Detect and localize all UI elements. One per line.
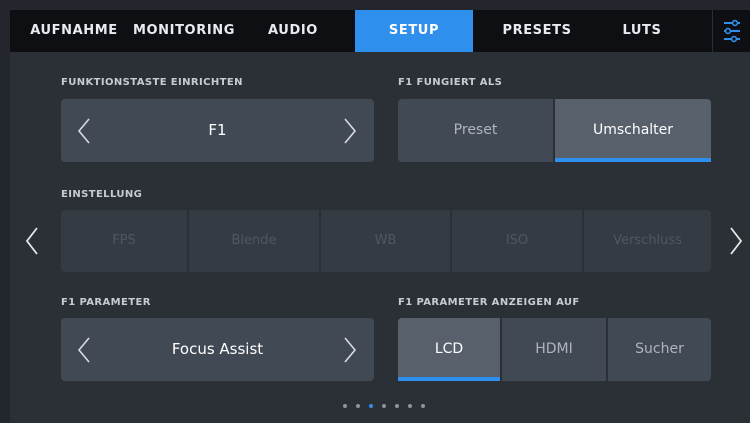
display-lcd-button[interactable]: LCD	[398, 318, 500, 381]
f1-mode-umschalter-label: Umschalter	[592, 122, 674, 138]
page-dot[interactable]	[356, 404, 360, 408]
settings-menu-button[interactable]	[712, 10, 750, 52]
display-sucher-button[interactable]: Sucher	[608, 318, 711, 381]
chevron-right-icon[interactable]	[342, 336, 358, 364]
previous-page-icon[interactable]	[24, 226, 40, 256]
page-dot[interactable]	[343, 404, 347, 408]
function-key-label: FUNKTIONSTASTE EINRICHTEN	[61, 77, 243, 88]
f1-mode-label: F1 FUNGIERT ALS	[398, 77, 503, 88]
page-dot[interactable]	[408, 404, 412, 408]
function-key-value: F1	[208, 121, 227, 139]
setting-wb-button[interactable]: WB	[321, 210, 450, 272]
setting-fps-button[interactable]: FPS	[61, 210, 187, 272]
display-lcd-label: LCD	[434, 341, 464, 357]
page-dot[interactable]	[395, 404, 399, 408]
f1-parameter-selector: Focus Assist	[61, 318, 374, 381]
page-dot-current[interactable]	[369, 404, 373, 408]
function-key-selector: F1	[61, 99, 374, 162]
page-dot[interactable]	[421, 404, 425, 408]
next-page-icon[interactable]	[728, 226, 744, 256]
setting-blende-button[interactable]: Blende	[189, 210, 319, 272]
selected-indicator	[555, 158, 711, 162]
display-hdmi-button[interactable]: HDMI	[502, 318, 606, 381]
f1-mode-preset-button[interactable]: Preset	[398, 99, 553, 162]
selected-indicator	[398, 377, 500, 381]
f1-display-label: F1 PARAMETER ANZEIGEN AUF	[398, 297, 580, 308]
tab-luts[interactable]: LUTS	[610, 10, 674, 52]
f1-mode-umschalter-button[interactable]: Umschalter	[555, 99, 711, 162]
setting-iso-button[interactable]: ISO	[452, 210, 582, 272]
f1-parameter-value: Focus Assist	[171, 340, 264, 358]
tab-audio[interactable]: AUDIO	[258, 10, 328, 52]
chevron-right-icon[interactable]	[342, 117, 358, 145]
setting-verschluss-button[interactable]: Verschluss	[584, 210, 711, 272]
tab-monitoring[interactable]: MONITORING	[128, 10, 240, 52]
setup-panel: FUNKTIONSTASTE EINRICHTEN F1 F1 FUNGIERT…	[10, 52, 750, 423]
sliders-icon	[724, 19, 740, 43]
top-tab-bar: AUFNAHME MONITORING AUDIO SETUP PRESETS …	[10, 10, 750, 52]
setting-label: EINSTELLUNG	[61, 189, 143, 200]
page-dot[interactable]	[382, 404, 386, 408]
tab-aufnahme[interactable]: AUFNAHME	[20, 10, 128, 52]
tab-setup[interactable]: SETUP	[355, 10, 473, 52]
tab-presets[interactable]: PRESETS	[488, 10, 586, 52]
f1-parameter-label: F1 PARAMETER	[61, 297, 151, 308]
